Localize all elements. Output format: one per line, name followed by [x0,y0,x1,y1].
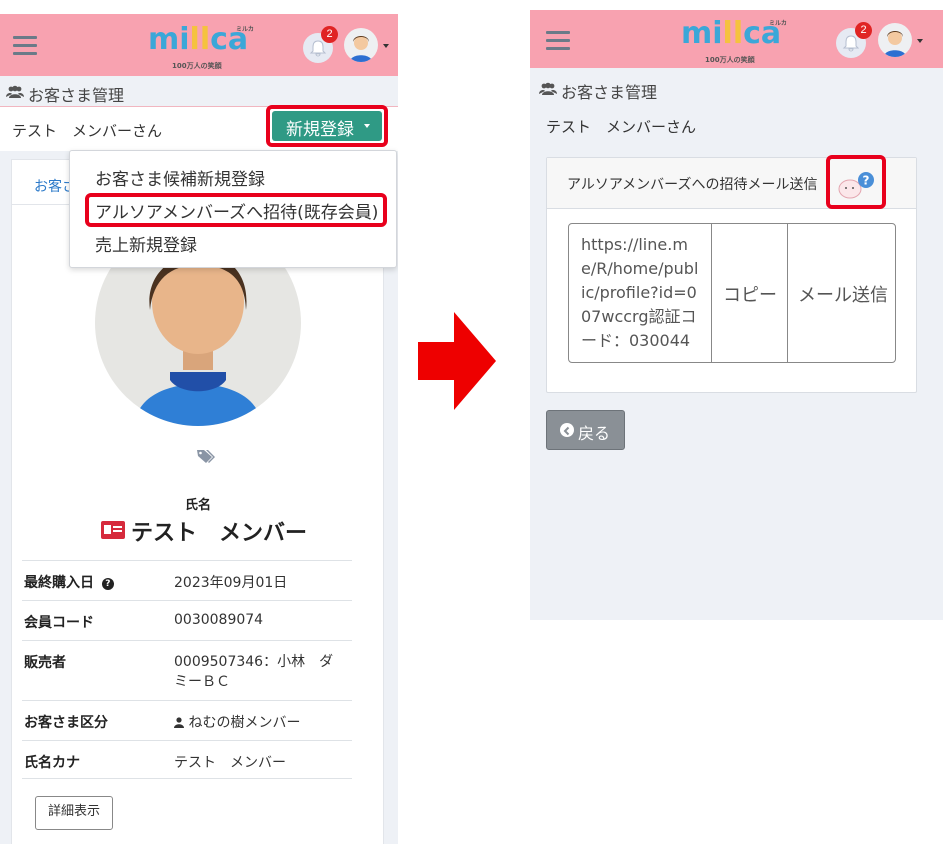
logo-tag: ミルカ [769,20,787,27]
hamburger-menu-icon[interactable] [546,31,570,51]
invite-card-title: アルソアメンバーズへの招待メール送信 [567,177,818,193]
millca-logo[interactable]: millca 100万人の笑顔 ミルカ [148,22,260,70]
breadcrumb[interactable]: お客さま管理 [561,79,657,103]
invite-input-group: https://line.me/R/home/public/profile?id… [568,223,896,363]
people-icon [6,84,24,98]
send-mail-button[interactable]: メール送信 [787,224,895,362]
dropdown-item-prospect[interactable]: お客さま候補新規登録 [95,165,265,190]
help-icon-highlight [826,155,886,209]
row-label-member-code: 会員コード [24,615,94,631]
detail-view-button[interactable]: 詳細表示 [35,796,113,830]
invite-url-text: https://line.me/R/home/public/profile?id… [581,235,699,350]
user-avatar[interactable] [344,28,378,62]
row-label-last-purchase: 最終購入日 ? [24,572,114,592]
row-divider [22,740,352,741]
logo-tag: ミルカ [236,26,254,33]
customer-title: テスト メンバーさん [546,118,697,136]
row-label-customer-type: お客さま区分 [24,715,108,731]
breadcrumb[interactable]: お客さま管理 [28,82,124,106]
row-value-seller: 0009507346：小林 ダミーＢＣ [174,654,334,690]
dropdown-caret-icon [364,124,370,128]
row-value-last-purchase: 2023年09月01日 [174,575,288,591]
id-card-icon [101,521,125,539]
dropdown-item-sales[interactable]: 売上新規登録 [95,231,197,256]
row-divider [22,560,352,561]
logo-subtitle: 100万人の笑顔 [705,56,755,64]
notification-count-badge: 2 [321,26,338,43]
row-value-name-kana: テスト メンバー [174,755,286,771]
left-panel: millca 100万人の笑顔 ミルカ 2 お客さま管理 テスト メンバーさん … [0,14,398,844]
logo-text: millca [681,16,782,51]
navbar: millca 100万人の笑顔 ミルカ 2 [0,14,398,76]
hamburger-menu-icon[interactable] [13,36,37,56]
row-label-seller: 販売者 [24,655,66,671]
row-divider [22,640,352,641]
user-menu-caret-icon[interactable] [383,44,389,48]
millca-logo[interactable]: millca 100万人の笑顔 ミルカ [681,16,793,64]
person-icon [174,717,184,728]
people-icon [539,81,557,95]
new-registration-button[interactable]: 新規登録 [272,111,382,141]
customer-title: テスト メンバーさん [12,122,163,140]
copy-button[interactable]: コピー [711,224,788,362]
customer-type-text: ねむの樹メンバー [188,715,301,731]
user-avatar[interactable] [878,23,912,57]
right-panel: millca 100万人の笑顔 ミルカ 2 お客さま管理 テスト メンバーさん … [530,10,943,620]
row-label-name-kana: 氏名カナ [24,755,80,771]
row-label-text: 最終購入日 [24,575,94,591]
transition-arrow-icon [418,312,496,410]
user-menu-caret-icon[interactable] [917,39,923,43]
name-caption: 氏名 [185,498,212,513]
row-divider [22,700,352,701]
back-label: 戻る [578,424,611,443]
row-value-member-code: 0030089074 [174,612,264,628]
logo-text: millca [148,22,249,57]
customer-name: テスト メンバー [131,521,308,546]
tag-icon[interactable] [196,448,216,464]
logo-subtitle: 100万人の笑顔 [172,62,222,70]
question-circle-icon[interactable]: ? [101,578,114,590]
back-arrow-icon [560,423,574,437]
back-button[interactable]: 戻る [546,410,625,450]
new-registration-label: 新規登録 [286,120,354,140]
navbar: millca 100万人の笑顔 ミルカ 2 [530,10,943,68]
row-value-customer-type: ねむの樹メンバー [174,712,300,732]
invite-url-textarea[interactable]: https://line.me/R/home/public/profile?id… [569,224,711,362]
notification-count-badge: 2 [855,22,872,39]
row-divider [22,600,352,601]
row-divider [22,778,352,779]
invite-item-highlight [85,193,387,227]
